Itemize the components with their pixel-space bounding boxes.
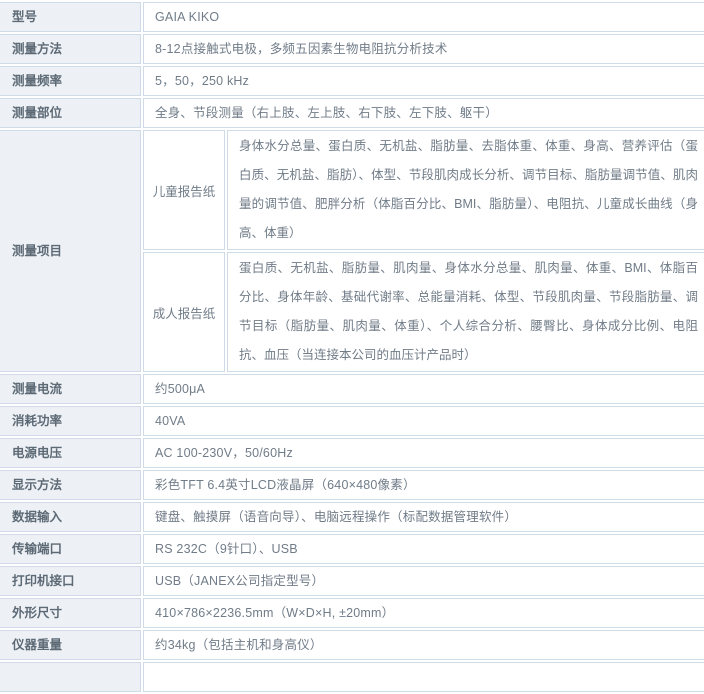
spec-row-dimensions: 外形尺寸 410×786×2236.5mm（W×D×H, ±20mm）: [0, 598, 704, 628]
spec-row-weight: 仪器重量 约34kg（包括主机和身高仪）: [0, 630, 704, 660]
spec-value: RS 232C（9针口）、USB: [143, 534, 704, 564]
spec-value: 40VA: [143, 406, 704, 436]
spec-value: GAIA KIKO: [143, 2, 704, 32]
spec-row-items-child: 测量项目 儿童报告纸 身体水分总量、蛋白质、无机盐、脂肪量、去脂体重、体重、身高…: [0, 130, 704, 250]
spec-label: 测量部位: [0, 98, 141, 128]
spec-label: 测量频率: [0, 66, 141, 96]
spec-label: 传输端口: [0, 534, 141, 564]
spec-row-current: 测量电流 约500μA: [0, 374, 704, 404]
spec-value: 5，50，250 kHz: [143, 66, 704, 96]
spec-label: 测量方法: [0, 34, 141, 64]
spec-row-printer-port: 打印机接口 USB（JANEX公司指定型号）: [0, 566, 704, 596]
spec-row-display: 显示方法 彩色TFT 6.4英寸LCD液晶屏（640×480像素）: [0, 470, 704, 500]
spec-label: 型号: [0, 2, 141, 32]
spec-value: 蛋白质、无机盐、脂肪量、肌肉量、身体水分总量、肌肉量、体重、BMI、体脂百分比、…: [227, 252, 704, 372]
spec-label: 打印机接口: [0, 566, 141, 596]
spec-row-model: 型号 GAIA KIKO: [0, 2, 704, 32]
spec-label: 外形尺寸: [0, 598, 141, 628]
spec-row-partial-clipped: [0, 662, 704, 692]
spec-value: 8-12点接触式电极，多频五因素生物电阻抗分析技术: [143, 34, 704, 64]
spec-row-data-input: 数据输入 键盘、触摸屏（语音向导）、电脑远程操作（标配数据管理软件）: [0, 502, 704, 532]
spec-row-voltage: 电源电压 AC 100-230V，50/60Hz: [0, 438, 704, 468]
spec-label: 显示方法: [0, 470, 141, 500]
spec-label: 消耗功率: [0, 406, 141, 436]
spec-row-body-parts: 测量部位 全身、节段测量（右上肢、左上肢、右下肢、左下肢、躯干）: [0, 98, 704, 128]
spec-row-transfer-port: 传输端口 RS 232C（9针口）、USB: [0, 534, 704, 564]
spec-label: 电源电压: [0, 438, 141, 468]
spec-label: 仪器重量: [0, 630, 141, 660]
spec-value: 410×786×2236.5mm（W×D×H, ±20mm）: [143, 598, 704, 628]
spec-value: USB（JANEX公司指定型号）: [143, 566, 704, 596]
spec-row-frequency: 测量频率 5，50，250 kHz: [0, 66, 704, 96]
spec-label: 数据输入: [0, 502, 141, 532]
spec-value: 约34kg（包括主机和身高仪）: [143, 630, 704, 660]
spec-label: [0, 662, 141, 692]
spec-value: [143, 662, 704, 692]
spec-value: AC 100-230V，50/60Hz: [143, 438, 704, 468]
spec-value: 全身、节段测量（右上肢、左上肢、右下肢、左下肢、躯干）: [143, 98, 704, 128]
spec-row-power: 消耗功率 40VA: [0, 406, 704, 436]
spec-value: 身体水分总量、蛋白质、无机盐、脂肪量、去脂体重、体重、身高、营养评估（蛋白质、无…: [227, 130, 704, 250]
spec-row-method: 测量方法 8-12点接触式电极，多频五因素生物电阻抗分析技术: [0, 34, 704, 64]
spec-value: 约500μA: [143, 374, 704, 404]
spec-table: 型号 GAIA KIKO 测量方法 8-12点接触式电极，多频五因素生物电阻抗分…: [0, 0, 704, 694]
spec-label: 测量电流: [0, 374, 141, 404]
spec-value: 彩色TFT 6.4英寸LCD液晶屏（640×480像素）: [143, 470, 704, 500]
spec-sub-label-child-report: 儿童报告纸: [143, 130, 225, 250]
spec-label: 测量项目: [0, 130, 141, 372]
spec-sub-label-adult-report: 成人报告纸: [143, 252, 225, 372]
spec-value: 键盘、触摸屏（语音向导）、电脑远程操作（标配数据管理软件）: [143, 502, 704, 532]
